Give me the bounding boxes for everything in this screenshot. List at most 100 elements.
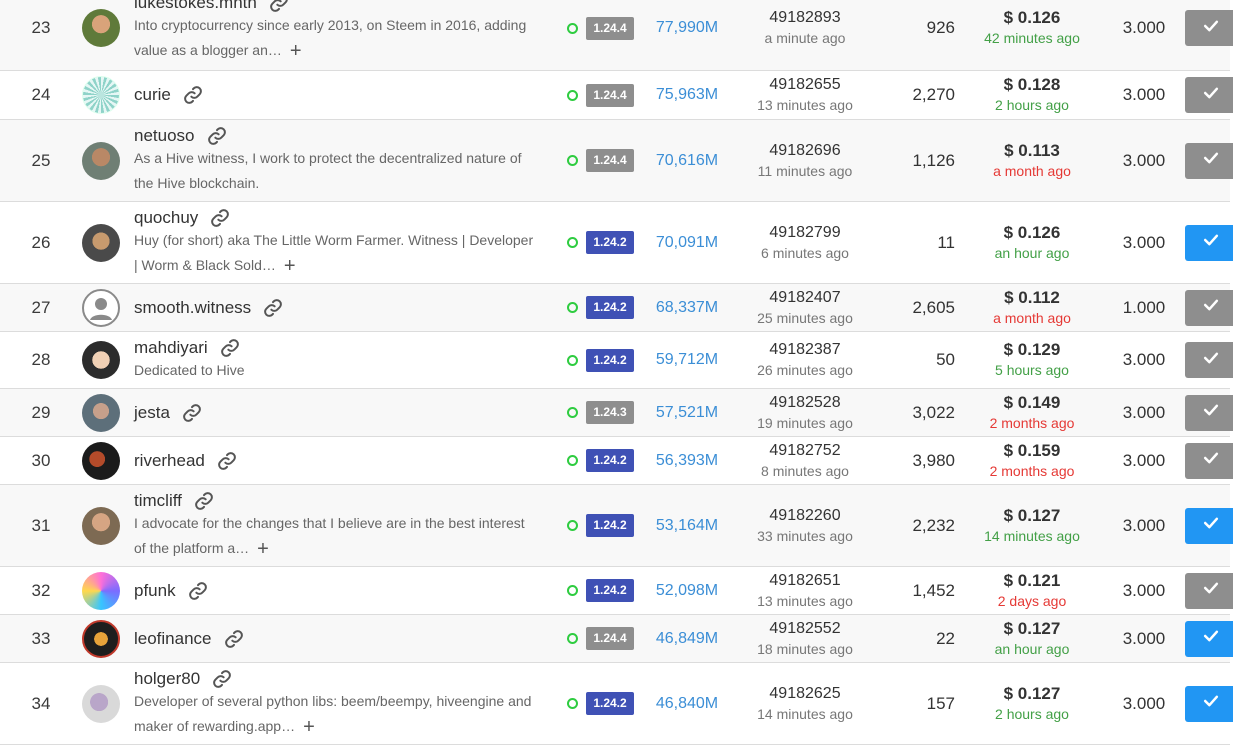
avatar[interactable]	[82, 393, 120, 432]
plus-icon[interactable]: +	[303, 717, 315, 737]
avatar[interactable]	[82, 684, 120, 723]
vote-button[interactable]	[1185, 289, 1236, 326]
price-amount: $ 0.121	[1003, 570, 1061, 590]
votes-link[interactable]: 53,164M	[646, 517, 728, 535]
price-time: 14 minutes ago	[984, 527, 1080, 544]
price-feed: $ 0.121 2 days ago	[957, 571, 1107, 611]
vote-button[interactable]	[1185, 77, 1236, 113]
witness-name[interactable]: holger80	[134, 669, 200, 689]
avatar[interactable]	[82, 76, 120, 114]
vote-button[interactable]	[1185, 10, 1236, 46]
last-block: 49182799 6 minutes ago	[728, 223, 882, 263]
scrollbar[interactable]	[1233, 0, 1255, 738]
plus-icon[interactable]: +	[290, 41, 302, 61]
interest-rate: 3.000	[1122, 402, 1166, 422]
avatar[interactable]	[82, 619, 120, 658]
interest-rate: 1.000	[1122, 297, 1166, 317]
witness-info: riverhead	[134, 451, 546, 471]
vote-button[interactable]	[1185, 507, 1236, 544]
witness-name[interactable]: curie	[134, 85, 171, 105]
witness-info: quochuy Huy (for short) aka The Little W…	[134, 208, 546, 278]
votes-link[interactable]: 56,393M	[646, 452, 728, 470]
witness-info: timcliff I advocate for the changes that…	[134, 491, 546, 561]
vote-button[interactable]	[1185, 620, 1236, 657]
price-time: 5 hours ago	[995, 362, 1069, 378]
votes-link[interactable]: 77,990M	[646, 19, 728, 37]
link-icon[interactable]	[182, 403, 202, 423]
votes-link[interactable]: 46,849M	[646, 630, 728, 648]
description-text: Dedicated to Hive	[134, 361, 245, 378]
vote-button[interactable]	[1185, 685, 1236, 722]
vote-button[interactable]	[1185, 442, 1236, 479]
last-block: 49182893 a minute ago	[728, 8, 882, 48]
witness-name[interactable]: mahdiyari	[134, 338, 208, 358]
plus-icon[interactable]: +	[284, 256, 296, 276]
votes-link[interactable]: 68,337M	[646, 299, 728, 317]
block-number: 49182752	[769, 441, 841, 459]
missed-blocks: 1,452	[912, 580, 955, 600]
link-icon[interactable]	[269, 0, 289, 13]
vote-button[interactable]	[1185, 572, 1236, 609]
link-icon[interactable]	[188, 581, 208, 601]
avatar[interactable]	[82, 141, 120, 180]
votes-link[interactable]: 57,521M	[646, 404, 728, 422]
price-time: a month ago	[993, 309, 1071, 326]
avatar[interactable]	[82, 506, 120, 545]
witness-name[interactable]: smooth.witness	[134, 298, 251, 318]
table-row: 30 riverhead 1.24.2 56,393M 49182752 8 m…	[0, 437, 1236, 485]
votes-link[interactable]: 59,712M	[646, 351, 728, 369]
vote-button[interactable]	[1185, 342, 1236, 378]
rank: 34	[31, 693, 51, 713]
vote-button[interactable]	[1185, 394, 1236, 431]
table-row: 28 mahdiyari Dedicated to Hive 1.24.2 59…	[0, 332, 1236, 389]
status-dot-icon	[567, 89, 578, 101]
witness-name[interactable]: timcliff	[134, 491, 182, 511]
table-row: 33 leofinance 1.24.4 46,849M 49182552 18…	[0, 615, 1236, 663]
plus-icon[interactable]: +	[257, 539, 269, 559]
witness-name[interactable]: quochuy	[134, 208, 198, 228]
block-time: 13 minutes ago	[757, 97, 853, 113]
votes-link[interactable]: 70,616M	[646, 152, 728, 170]
link-icon[interactable]	[212, 669, 232, 689]
votes-link[interactable]: 70,091M	[646, 234, 728, 252]
votes-link[interactable]: 52,098M	[646, 582, 728, 600]
rank: 25	[31, 150, 51, 170]
block-time: 26 minutes ago	[757, 362, 853, 378]
link-icon[interactable]	[263, 298, 283, 318]
price-feed: $ 0.159 2 months ago	[957, 441, 1107, 481]
last-block: 49182407 25 minutes ago	[728, 288, 882, 328]
price-feed: $ 0.126 an hour ago	[957, 223, 1107, 263]
check-icon	[1201, 513, 1221, 538]
witness-name[interactable]: riverhead	[134, 451, 205, 471]
avatar[interactable]	[82, 9, 120, 47]
check-icon	[1201, 16, 1221, 41]
votes-link[interactable]: 46,840M	[646, 695, 728, 713]
price-time: an hour ago	[994, 640, 1070, 657]
link-icon[interactable]	[207, 126, 227, 146]
witness-name[interactable]: lukestokes.mhth	[134, 0, 257, 13]
version-badge: 1.24.2	[586, 296, 634, 319]
witness-name[interactable]: netuoso	[134, 126, 195, 146]
version-cell: 1.24.2	[546, 449, 646, 472]
block-time: 33 minutes ago	[757, 527, 853, 544]
avatar[interactable]	[82, 288, 120, 327]
vote-button[interactable]	[1185, 142, 1236, 179]
avatar[interactable]	[82, 571, 120, 610]
witness-name[interactable]: jesta	[134, 403, 170, 423]
link-icon[interactable]	[220, 338, 240, 358]
avatar[interactable]	[82, 341, 120, 379]
witness-name[interactable]: leofinance	[134, 629, 212, 649]
votes-link[interactable]: 75,963M	[646, 86, 728, 104]
link-icon[interactable]	[194, 491, 214, 511]
avatar[interactable]	[82, 223, 120, 262]
link-icon[interactable]	[210, 208, 230, 228]
avatar[interactable]	[82, 441, 120, 480]
vote-button[interactable]	[1185, 224, 1236, 261]
missed-blocks: 11	[937, 232, 955, 252]
link-icon[interactable]	[224, 629, 244, 649]
witness-name[interactable]: pfunk	[134, 581, 176, 601]
link-icon[interactable]	[183, 85, 203, 105]
link-icon[interactable]	[217, 451, 237, 471]
price-time: 2 hours ago	[995, 705, 1069, 722]
version-badge: 1.24.2	[586, 579, 634, 602]
